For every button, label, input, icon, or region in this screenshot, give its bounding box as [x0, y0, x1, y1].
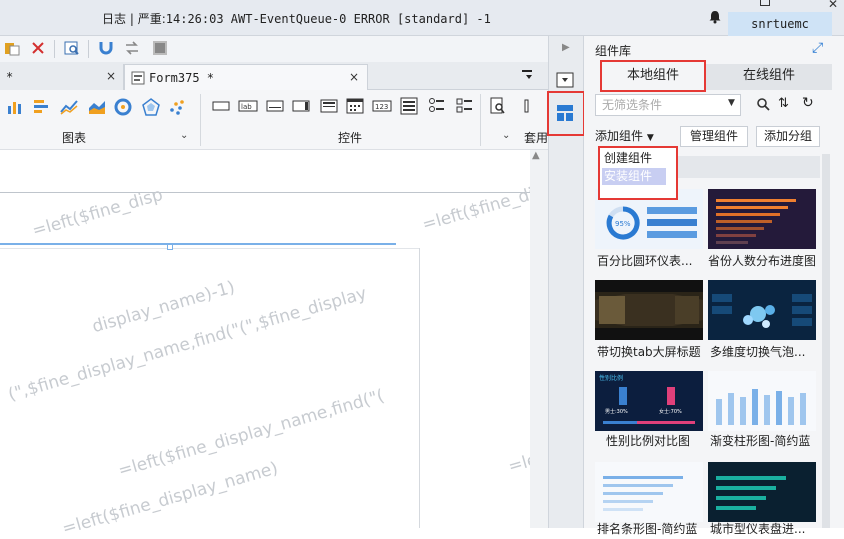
- canvas-guide: [0, 248, 420, 249]
- close-icon[interactable]: ×: [349, 70, 359, 84]
- label-widget-icon[interactable]: lab: [238, 99, 258, 113]
- user-name[interactable]: snrtuemc: [728, 12, 832, 36]
- thumb-male-text: 男士:30%: [605, 408, 628, 415]
- thumb-gender-title: 性别比例: [599, 374, 623, 382]
- tab-local-components[interactable]: 本地组件: [600, 60, 706, 92]
- group-label-control: 控件: [338, 131, 363, 145]
- manage-components-button[interactable]: 管理组件: [680, 126, 748, 147]
- log-message: 日志 | 严重:14:26:03 AWT-EventQueue-0 ERROR …: [102, 12, 491, 26]
- sort-icon[interactable]: ⇅: [778, 96, 789, 111]
- refresh-icon[interactable]: ↻: [802, 95, 814, 111]
- tab-label: Form375 *: [149, 71, 215, 85]
- svg-text:123: 123: [375, 103, 388, 111]
- radar-icon[interactable]: [142, 98, 160, 116]
- component-name: 多维度切换气泡...: [710, 345, 806, 359]
- group-label-template: 套用: [524, 131, 548, 145]
- chevron-down-icon[interactable]: ⌄: [502, 130, 510, 141]
- toolbar-separator: [54, 40, 55, 58]
- panel-scrollbar[interactable]: [822, 154, 830, 528]
- bar-chart-icon[interactable]: [6, 98, 24, 116]
- area-chart-icon[interactable]: [88, 98, 106, 116]
- thumb-city-gauge[interactable]: [708, 462, 816, 522]
- thumb-pct-text: 95%: [615, 220, 631, 228]
- collapse-arrow-icon[interactable]: ▶: [562, 42, 570, 53]
- thumb-ranking-bars[interactable]: [595, 462, 703, 522]
- panel-title: 组件库: [595, 44, 632, 58]
- thumb-tab-title[interactable]: [595, 280, 703, 340]
- image-icon[interactable]: [152, 40, 168, 56]
- thumb-female-text: 女士:70%: [659, 408, 682, 415]
- menu-item-create-component[interactable]: 创建组件: [602, 150, 674, 167]
- log-level: 严重:: [137, 12, 166, 26]
- panel-toggle-icon[interactable]: [556, 72, 574, 88]
- chevron-down-icon[interactable]: ▼: [728, 98, 735, 108]
- tab-form375[interactable]: Form375 * ×: [124, 64, 368, 90]
- form-icon: [131, 71, 145, 85]
- svg-text:lab: lab: [241, 103, 252, 111]
- chevron-down-icon[interactable]: ⌄: [180, 130, 188, 141]
- button-widget-icon[interactable]: [212, 99, 230, 113]
- overflow-icon[interactable]: [524, 99, 532, 113]
- selection-border: [0, 243, 396, 245]
- search-icon[interactable]: [756, 97, 770, 111]
- expand-icon[interactable]: ⤢: [812, 40, 823, 56]
- resize-handle[interactable]: [167, 244, 173, 250]
- add-group-button[interactable]: 添加分组: [756, 126, 820, 147]
- add-component-dropdown[interactable]: 添加组件 ▼: [595, 127, 667, 147]
- group-header: [678, 156, 820, 178]
- number-widget-icon[interactable]: 123: [372, 99, 392, 113]
- gauge-icon[interactable]: [114, 98, 132, 116]
- swap-icon[interactable]: [124, 40, 140, 56]
- horizontal-bar-icon[interactable]: [32, 98, 50, 116]
- component-name: 渐变柱形图-简约蓝: [710, 434, 811, 448]
- checkbox-group-icon[interactable]: [456, 97, 474, 115]
- magnet-icon[interactable]: [98, 40, 114, 56]
- tab-list-icon[interactable]: [520, 68, 534, 82]
- thumb-province-progress[interactable]: [708, 189, 816, 249]
- menu-item-install-component[interactable]: 安装组件: [602, 168, 666, 185]
- close-window-icon[interactable]: ✕: [828, 0, 844, 10]
- component-name: 排名条形图-简约蓝: [597, 522, 698, 536]
- component-name: 城市型仪表盘进...: [710, 522, 806, 536]
- line-chart-icon[interactable]: [60, 98, 78, 116]
- group-label-chart: 图表: [62, 131, 87, 145]
- delete-icon[interactable]: [30, 40, 46, 56]
- restore-window-icon[interactable]: [760, 0, 770, 6]
- date-widget-icon[interactable]: [346, 97, 364, 115]
- component-name: 带切换tab大屏标题: [597, 345, 701, 359]
- close-icon[interactable]: ×: [106, 69, 116, 83]
- thumb-gender-ratio[interactable]: 性别比例 男士:30% 女士:70%: [595, 371, 703, 431]
- paste-icon[interactable]: [4, 40, 20, 56]
- textfield-widget-icon[interactable]: [266, 99, 284, 113]
- radio-group-icon[interactable]: [428, 97, 446, 115]
- canvas-guide: [419, 248, 420, 528]
- preview-icon[interactable]: [64, 40, 80, 56]
- filter-select[interactable]: 无筛选条件: [595, 94, 741, 116]
- toolbar-separator: [88, 40, 89, 58]
- vertical-scrollbar[interactable]: [530, 150, 548, 528]
- log-label[interactable]: 日志: [102, 12, 126, 26]
- search-doc-icon[interactable]: [490, 97, 506, 115]
- group-separator: [480, 94, 481, 146]
- caret-down-icon: ▼: [646, 133, 654, 143]
- component-name: 性别比例对比图: [606, 434, 691, 448]
- scatter-icon[interactable]: [168, 98, 186, 116]
- thumb-gradient-bars[interactable]: [708, 371, 816, 431]
- bell-icon[interactable]: [708, 10, 722, 24]
- canvas-guide: [0, 192, 530, 193]
- component-name: 百分比圆环仪表...: [597, 254, 693, 268]
- scroll-up-icon[interactable]: ▲: [532, 150, 540, 161]
- log-text: 14:26:03 AWT-EventQueue-0 ERROR [standar…: [165, 12, 491, 26]
- tab-online-components[interactable]: 在线组件: [706, 64, 832, 90]
- tab-first[interactable]: * ×: [0, 64, 124, 90]
- textarea-widget-icon[interactable]: [292, 99, 310, 113]
- combobox-widget-icon[interactable]: [320, 97, 338, 115]
- group-separator: [200, 94, 201, 146]
- thumb-bubble[interactable]: [708, 280, 816, 340]
- main-toolbar: [0, 36, 548, 62]
- component-library-icon[interactable]: [556, 104, 574, 122]
- list-widget-icon[interactable]: [400, 97, 418, 115]
- component-name: 省份人数分布进度图: [708, 254, 817, 268]
